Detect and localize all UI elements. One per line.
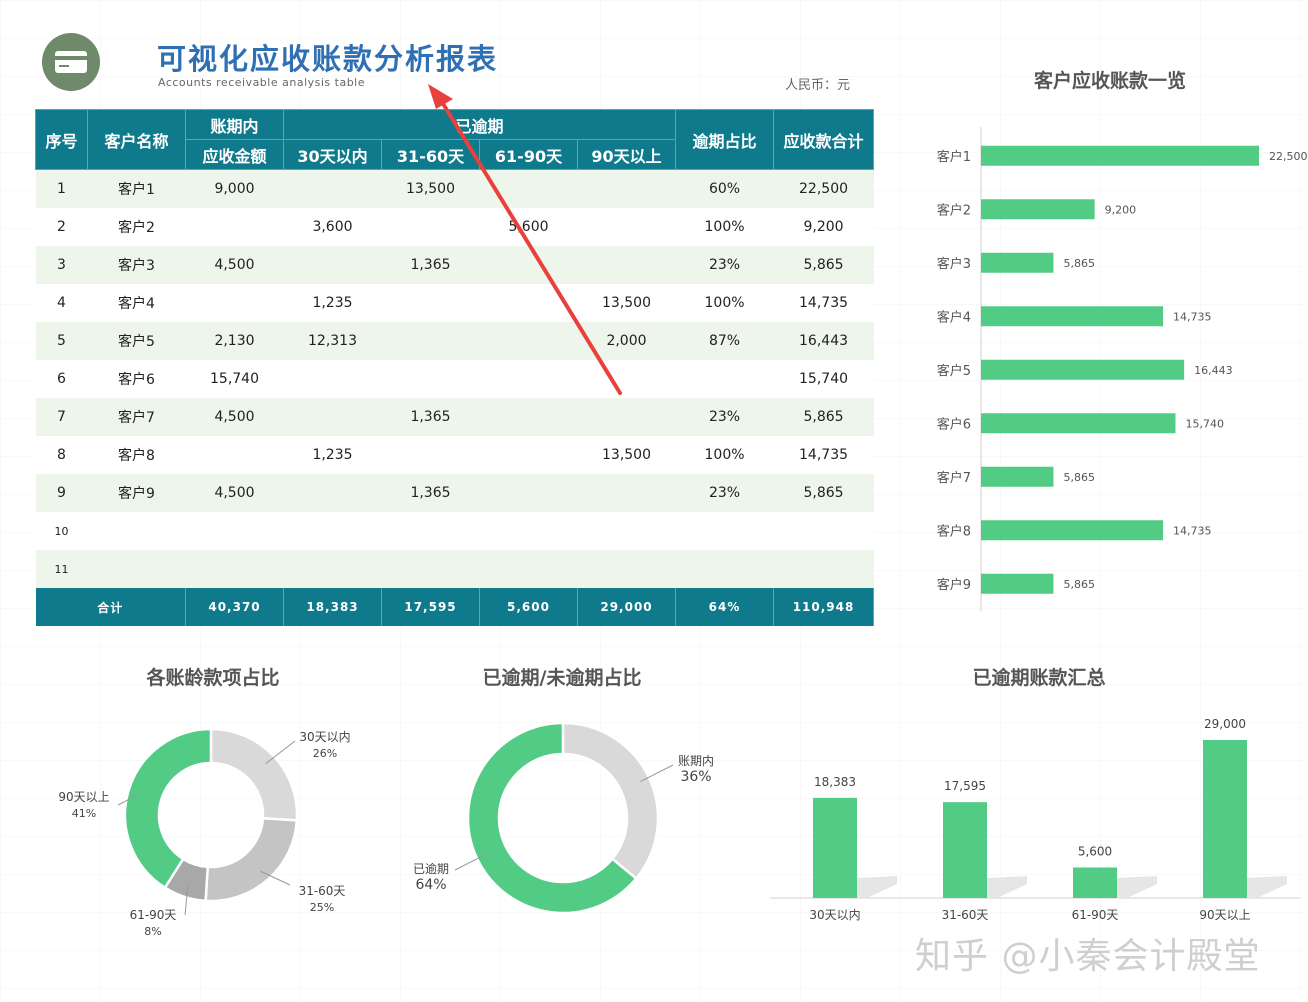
slice-账期内 xyxy=(561,721,660,881)
slice-label: 30天以内 xyxy=(299,730,350,744)
aging-donut-title: 各账龄款项占比 xyxy=(146,667,280,689)
bar-30天以内 xyxy=(813,797,857,898)
bar-shadow xyxy=(987,876,1027,898)
category-label: 90天以上 xyxy=(1199,908,1250,922)
bar-客户2 xyxy=(981,199,1095,220)
customer-receivables-bar-chart: 客户1 22,500 客户2 9,200 客户3 5,865 客户4 14,735 客户5 16,… xyxy=(937,127,1308,611)
value-label: 18,383 xyxy=(814,775,856,789)
bar-shadow xyxy=(857,876,897,898)
bar-客户3 xyxy=(981,252,1054,273)
value-label: 22,500 xyxy=(1269,150,1308,163)
slice-percent: 25% xyxy=(310,901,334,914)
overdue-share-donut-chart: 账期内36% 已逾期64% xyxy=(413,721,714,915)
category-label: 31-60天 xyxy=(942,908,989,922)
bar-shadow xyxy=(1247,876,1287,898)
slice-percent: 26% xyxy=(313,747,337,760)
category-label: 客户7 xyxy=(937,470,971,486)
category-label: 客户3 xyxy=(937,256,971,272)
overdue-summary-title: 已逾期账款汇总 xyxy=(972,667,1106,689)
category-label: 客户6 xyxy=(937,416,971,432)
category-label: 客户5 xyxy=(937,363,971,379)
value-label: 15,740 xyxy=(1185,417,1224,430)
bar-客户7 xyxy=(981,466,1054,487)
value-label: 16,443 xyxy=(1194,364,1233,377)
slice-percent: 41% xyxy=(72,807,96,820)
slice-label: 账期内 xyxy=(678,754,714,768)
slice-label: 31-60天 xyxy=(299,884,346,898)
bar-90天以上 xyxy=(1203,740,1247,898)
value-label: 17,595 xyxy=(944,779,986,793)
value-label: 5,600 xyxy=(1078,844,1112,858)
bar-61-90天 xyxy=(1073,867,1117,898)
category-label: 30天以内 xyxy=(809,908,860,922)
category-label: 客户9 xyxy=(937,577,971,593)
slice-percent: 8% xyxy=(144,925,161,938)
value-label: 5,865 xyxy=(1063,471,1095,484)
category-label: 客户8 xyxy=(937,523,971,539)
slice-label: 90天以上 xyxy=(58,790,109,804)
category-label: 客户2 xyxy=(937,202,971,218)
slice-percent: 64% xyxy=(415,877,446,893)
bar-31-60天 xyxy=(943,802,987,898)
slice-30天以内 xyxy=(209,727,299,822)
aging-share-donut-chart: 30天以内 26% 31-60天 25% 61-90天 8% 90天以上 41% xyxy=(58,727,351,938)
value-label: 5,865 xyxy=(1063,257,1095,270)
customer-bar-title: 客户应收账款一览 xyxy=(1033,70,1186,92)
category-label: 客户1 xyxy=(937,149,971,165)
slice-31-60天 xyxy=(204,816,299,903)
watermark: 知乎 @小秦会计殿堂 xyxy=(915,936,1261,977)
value-label: 14,735 xyxy=(1173,524,1212,537)
category-label: 客户4 xyxy=(937,309,971,325)
overdue-summary-bar-chart: 18,383 30天以内 17,595 31-60天 5,600 61-90天 29,000… xyxy=(770,717,1300,922)
bar-客户1 xyxy=(981,145,1259,166)
slice-90天以上 xyxy=(123,727,213,890)
slice-label: 61-90天 xyxy=(130,908,177,922)
slice-label: 已逾期 xyxy=(413,861,449,876)
category-label: 61-90天 xyxy=(1072,908,1119,922)
bar-客户9 xyxy=(981,573,1054,594)
overdue-donut-title: 已逾期/未逾期占比 xyxy=(482,667,642,689)
value-label: 14,735 xyxy=(1173,310,1212,323)
bar-客户5 xyxy=(981,359,1185,380)
bar-客户4 xyxy=(981,306,1164,327)
bar-客户8 xyxy=(981,520,1164,541)
bar-shadow xyxy=(1117,876,1157,898)
value-label: 29,000 xyxy=(1204,717,1246,731)
value-label: 9,200 xyxy=(1105,203,1137,216)
bar-客户6 xyxy=(981,413,1176,434)
value-label: 5,865 xyxy=(1063,578,1095,591)
slice-percent: 36% xyxy=(680,769,711,785)
